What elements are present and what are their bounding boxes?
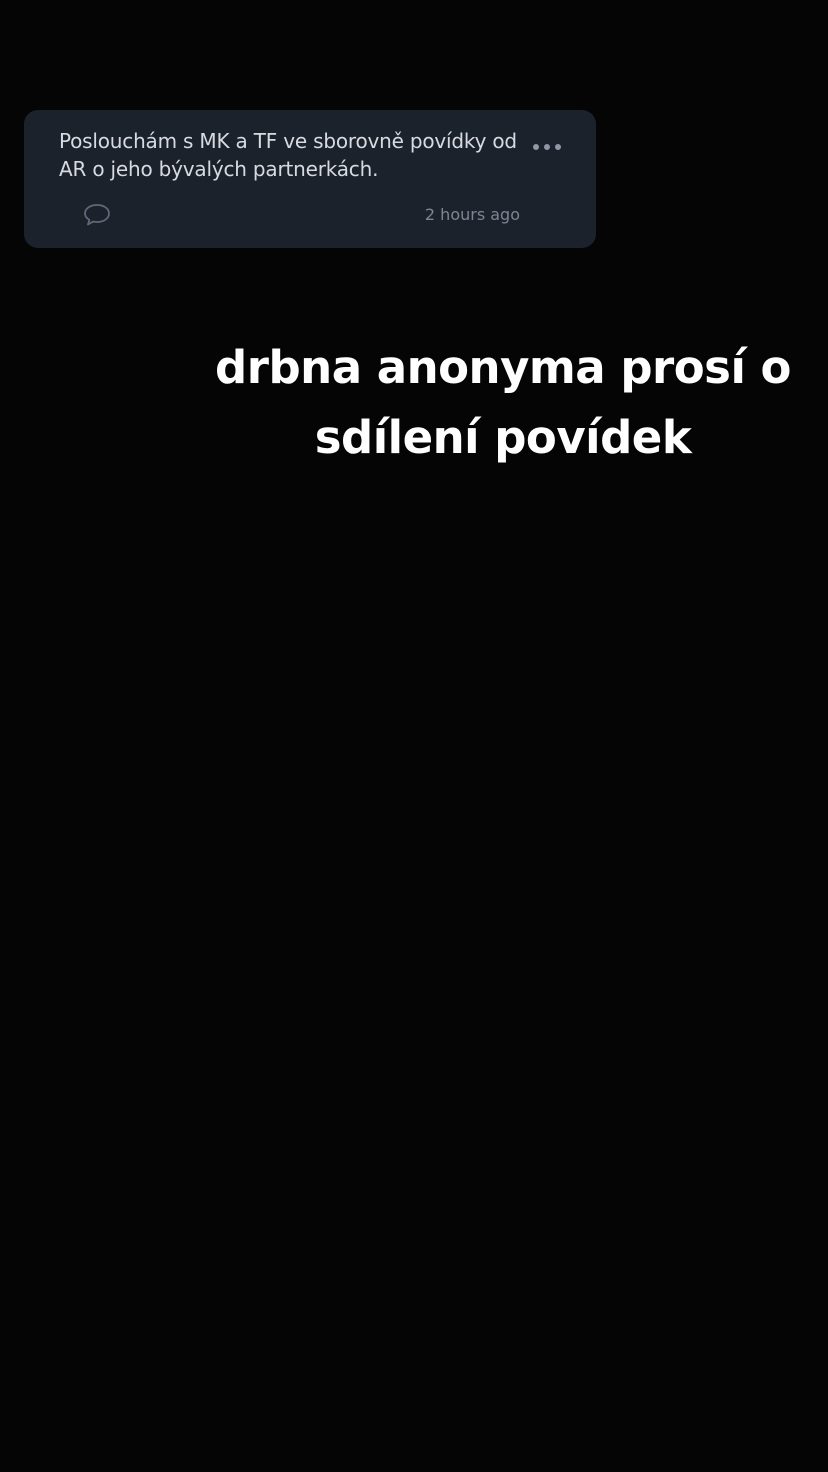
story-caption: drbna anonyma prosí o sdílení povídek bbox=[215, 341, 791, 464]
comment-button[interactable] bbox=[82, 202, 112, 228]
post-card[interactable]: Poslouchám s MK a TF ve sborovně povídky… bbox=[24, 110, 596, 248]
post-timestamp: 2 hours ago bbox=[424, 205, 520, 224]
more-options-button[interactable] bbox=[527, 136, 567, 158]
post-text: Poslouchám s MK a TF ve sborovně povídky… bbox=[59, 129, 517, 181]
more-dot bbox=[533, 144, 539, 150]
more-dot bbox=[555, 144, 561, 150]
more-dot bbox=[544, 144, 550, 150]
comment-bubble-icon bbox=[84, 204, 110, 226]
